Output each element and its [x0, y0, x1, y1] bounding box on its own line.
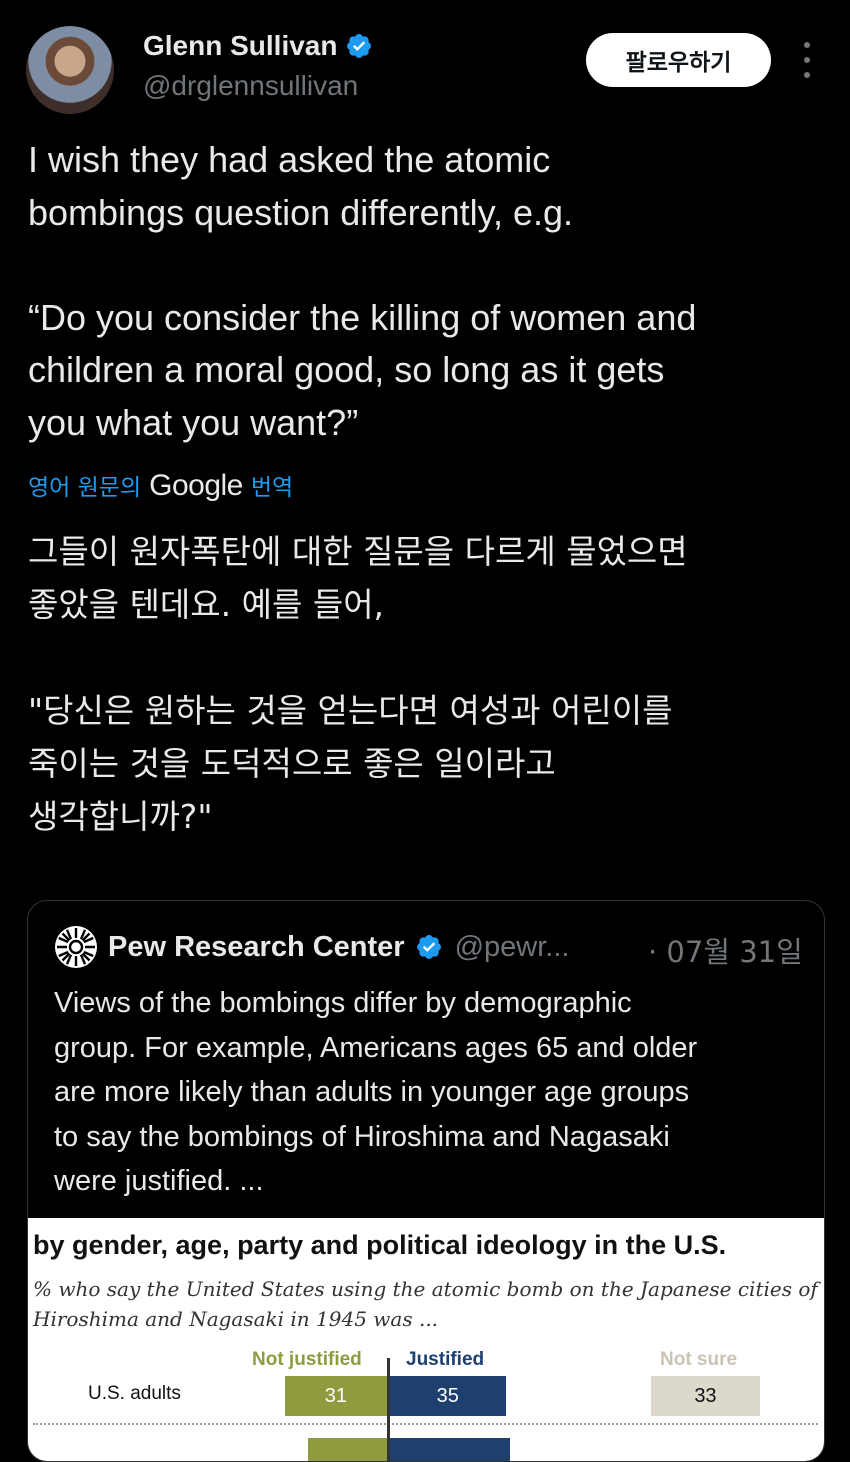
translate-prefix-link[interactable]: 영어 원문의 [28, 468, 141, 502]
row-label: U.S. adults [88, 1383, 181, 1404]
pew-logo-icon [55, 926, 97, 968]
bar-next-row-justified [390, 1438, 510, 1461]
author-name-row: Glenn Sullivan [143, 30, 373, 62]
bar-not-sure: 33 [651, 1376, 760, 1416]
legend-justified: Justified [406, 1349, 485, 1370]
chart-title: by gender, age, party and political ideo… [33, 1230, 727, 1260]
chart-center-axis [387, 1358, 390, 1461]
quote-author-handle[interactable]: @pewr... [455, 931, 570, 964]
bar-not-justified: 31 [284, 1376, 387, 1416]
quote-header: Pew Research Center @pewr... [54, 925, 569, 969]
bar-next-row-not-justified [308, 1438, 387, 1461]
legend-not-sure: Not sure [660, 1349, 738, 1370]
more-vertical-icon[interactable] [795, 42, 819, 78]
chart-row-divider [33, 1423, 818, 1425]
google-brand: Google [149, 469, 243, 502]
quote-text: Views of the bombings differ by demograp… [54, 987, 698, 1197]
verified-badge-icon [416, 935, 441, 959]
quote-chart-image[interactable]: by gender, age, party and political ideo… [28, 1218, 824, 1461]
quote-date[interactable]: · 07월 31일 [648, 929, 803, 971]
translated-tweet-text: 그들이 원자폭탄에 대한 질문을 다르게 물었으면 좋았을 텐데요. 예를 들어… [28, 532, 688, 836]
author-name[interactable]: Glenn Sullivan [143, 30, 337, 62]
author-handle[interactable]: @drglennsullivan [143, 70, 358, 102]
chart-subtitle: % who say the United States using the at… [33, 1277, 818, 1331]
translation-attribution: 영어 원문의 Google 번역 [28, 468, 293, 503]
quote-author-name[interactable]: Pew Research Center [108, 931, 405, 964]
bar-justified: 35 [390, 1376, 506, 1416]
verified-badge-icon [347, 34, 372, 58]
follow-button[interactable]: 팔로우하기 [586, 33, 771, 87]
legend-not-justified: Not justified [252, 1349, 362, 1370]
translate-suffix-link[interactable]: 번역 [251, 468, 293, 502]
author-avatar[interactable] [26, 26, 114, 114]
tweet-text: I wish they had asked the atomic bombing… [28, 139, 697, 443]
quote-tweet-card[interactable]: Pew Research Center @pewr... · 07월 31일 V… [27, 900, 825, 1462]
